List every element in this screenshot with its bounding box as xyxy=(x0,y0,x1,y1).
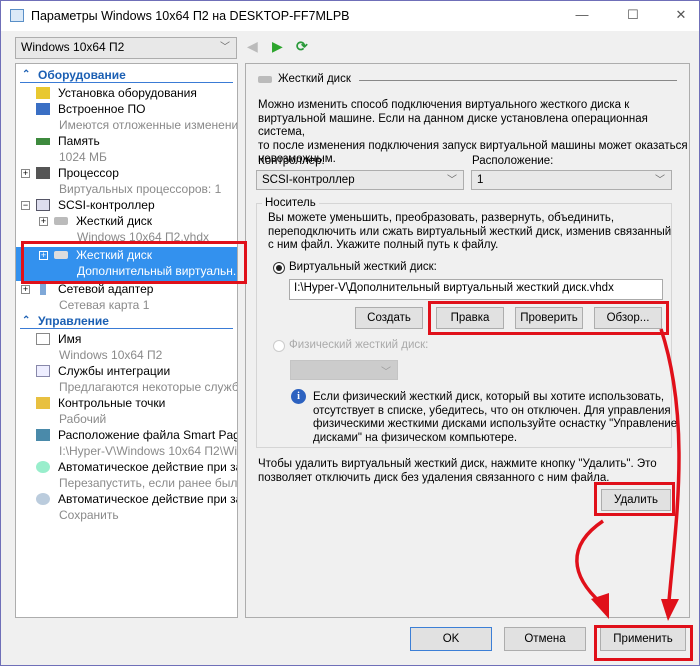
arrow-head xyxy=(661,599,679,621)
arrow-to-apply-2 xyxy=(575,519,604,605)
arrow-to-apply-1 xyxy=(659,328,681,602)
settings-window: Параметры Windows 10x64 П2 на DESKTOP-FF… xyxy=(0,0,700,666)
annotation-arrows xyxy=(575,328,681,621)
